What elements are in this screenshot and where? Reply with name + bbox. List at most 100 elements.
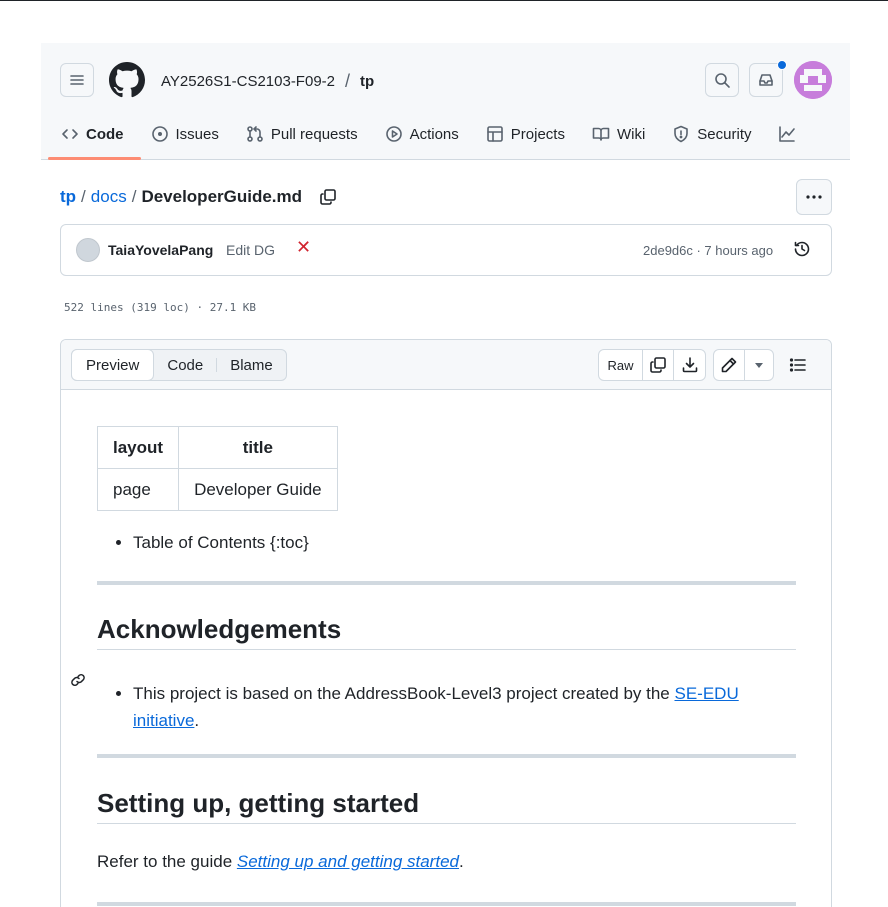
graph-icon <box>779 126 796 142</box>
inbox-icon <box>759 74 773 86</box>
more-options-button[interactable] <box>796 179 832 215</box>
issue-opened-icon <box>151 126 168 142</box>
horizontal-rule <box>97 902 796 906</box>
play-icon <box>385 126 402 142</box>
edit-dropdown-button[interactable] <box>745 350 773 380</box>
table-header-row: layout title <box>96 426 338 469</box>
commit-author-link[interactable]: TaiaYovelaPang <box>108 242 213 258</box>
commit-sha-time[interactable]: 2de9d6c · 7 hours ago <box>643 243 773 258</box>
table-icon <box>486 126 503 142</box>
breadcrumb-file-name: DeveloperGuide.md <box>141 187 303 206</box>
breadcrumb-folder-link[interactable]: docs <box>91 187 127 207</box>
tab-projects[interactable]: Projects <box>486 117 565 151</box>
latest-commit-bar: TaiaYovelaPang Edit DG ✕ 2de9d6c · 7 hou… <box>60 224 832 276</box>
breadcrumb-separator: / <box>81 187 86 206</box>
tab-issues[interactable]: Issues <box>151 117 219 151</box>
pencil-icon <box>721 357 737 373</box>
avatar-identicon <box>794 61 832 99</box>
search-button[interactable] <box>705 63 739 97</box>
raw-actions-group: Raw <box>598 349 706 381</box>
tab-projects-label: Projects <box>510 125 565 143</box>
github-logo-icon[interactable] <box>109 62 145 98</box>
chevron-down-icon <box>755 362 763 368</box>
git-pull-request-icon <box>247 126 263 142</box>
horizontal-rule <box>97 581 796 585</box>
github-page: AY2526S1-CS2103-F09-2 / tp Code Issues P… <box>41 43 850 907</box>
tab-security-label: Security <box>697 125 752 143</box>
horizontal-rule <box>97 754 796 758</box>
history-icon[interactable] <box>793 240 811 258</box>
selected-tab-underline <box>48 157 141 160</box>
menu-button[interactable] <box>60 63 94 97</box>
commit-message-link[interactable]: Edit DG <box>226 242 275 258</box>
commit-author-avatar[interactable] <box>76 238 100 262</box>
table-cell: Developer Guide <box>178 468 338 511</box>
repo-owner-link[interactable]: AY2526S1-CS2103-F09-2 <box>161 73 335 90</box>
tab-issues-label: Issues <box>175 125 219 143</box>
repo-nav-tabs: Code Issues Pull requests Actions Projec… <box>61 117 850 160</box>
copy-icon <box>650 357 666 373</box>
table-cell: page <box>96 468 180 511</box>
outline-button[interactable] <box>784 353 812 377</box>
copy-raw-button[interactable] <box>643 350 674 380</box>
setup-text: Refer to the guide <box>97 852 237 871</box>
preview-tab-button[interactable]: Preview <box>71 349 155 381</box>
edit-file-button[interactable] <box>714 350 745 380</box>
avatar[interactable] <box>794 61 832 99</box>
view-mode-segmented-control: Preview Code Blame <box>71 349 287 381</box>
file-viewer: Preview Code Blame Raw layout title page… <box>60 339 832 907</box>
commit-status-fail-icon[interactable]: ✕ <box>296 237 311 258</box>
window-top-border <box>0 0 888 1</box>
file-meta-info: 522 lines (319 loc) · 27.1 KB <box>64 301 257 314</box>
copy-icon[interactable] <box>319 188 337 206</box>
setup-paragraph: Refer to the guide Setting up and gettin… <box>97 852 464 872</box>
breadcrumb-separator: / <box>131 187 137 206</box>
heading-setting-up: Setting up, getting started <box>97 788 796 824</box>
kebab-horizontal-icon <box>806 195 822 199</box>
edit-actions-group <box>713 349 774 381</box>
raw-button[interactable]: Raw <box>599 350 643 380</box>
hamburger-icon <box>70 75 84 85</box>
download-raw-button[interactable] <box>674 350 705 380</box>
repo-path-separator: / <box>345 71 351 91</box>
repo-name-link[interactable]: tp <box>360 73 374 90</box>
front-matter-table: layout title page Developer Guide <box>96 426 338 511</box>
tab-insights-partial[interactable] <box>778 117 796 151</box>
tab-pull-requests[interactable]: Pull requests <box>246 117 358 151</box>
list-item: This project is based on the AddressBook… <box>133 680 773 734</box>
list-unordered-icon <box>789 358 806 372</box>
tab-code-label: Code <box>86 125 124 143</box>
tab-actions-label: Actions <box>409 125 459 143</box>
heading-acknowledgements: Acknowledgements <box>97 614 796 650</box>
tab-actions[interactable]: Actions <box>385 117 459 151</box>
book-icon <box>592 127 610 141</box>
notification-dot <box>777 60 787 70</box>
table-row: page Developer Guide <box>96 468 338 511</box>
tab-pull-requests-label: Pull requests <box>270 125 358 143</box>
tab-security[interactable]: Security <box>672 117 751 151</box>
breadcrumb: tp / docs / DeveloperGuide.md <box>60 187 337 207</box>
shield-icon <box>674 125 689 143</box>
tab-code[interactable]: Code <box>61 117 124 151</box>
breadcrumb-repo-link[interactable]: tp <box>60 187 76 207</box>
repo-header: AY2526S1-CS2103-F09-2 / tp Code Issues P… <box>41 43 850 160</box>
tab-wiki[interactable]: Wiki <box>592 117 645 151</box>
code-icon <box>62 129 78 139</box>
toc-list: Table of Contents {:toc} <box>133 533 309 553</box>
code-tab-button[interactable]: Code <box>154 350 216 380</box>
setup-guide-link[interactable]: Setting up and getting started <box>237 852 459 871</box>
tab-wiki-label: Wiki <box>616 125 646 143</box>
link-icon[interactable] <box>70 672 86 688</box>
download-icon <box>682 357 697 373</box>
table-header-cell: title <box>178 426 338 469</box>
list-item: Table of Contents {:toc} <box>133 533 309 553</box>
table-header-cell: layout <box>96 426 180 469</box>
setup-text-end: . <box>458 852 464 871</box>
search-icon <box>715 73 730 88</box>
file-toolbar: Preview Code Blame Raw <box>61 340 831 390</box>
blame-tab-button[interactable]: Blame <box>217 350 286 380</box>
acknowledgements-list: This project is based on the AddressBook… <box>133 680 773 734</box>
repo-path: AY2526S1-CS2103-F09-2 / tp <box>161 71 374 92</box>
ack-text: This project is based on the AddressBook… <box>133 684 675 703</box>
ack-text-end: . <box>194 711 200 730</box>
